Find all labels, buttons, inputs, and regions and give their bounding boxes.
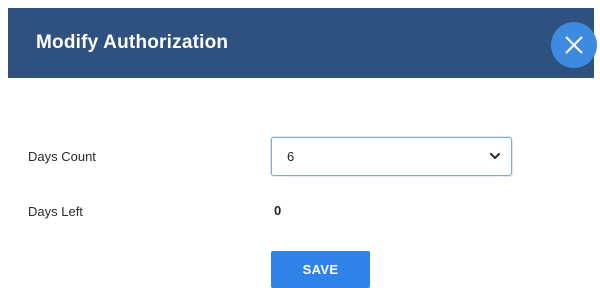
days-count-select[interactable]: 6 xyxy=(271,137,512,176)
dialog-title: Modify Authorization xyxy=(36,32,229,53)
save-button[interactable]: SAVE xyxy=(271,251,370,288)
dialog-header: Modify Authorization xyxy=(8,8,594,78)
chevron-down-icon xyxy=(489,152,501,160)
days-left-label: Days Left xyxy=(28,204,83,219)
days-left-value: 0 xyxy=(274,203,282,218)
days-count-value: 6 xyxy=(287,149,295,164)
modify-authorization-dialog: Modify Authorization Days Count 6 Days L… xyxy=(0,0,600,288)
close-button[interactable] xyxy=(551,22,597,68)
days-count-label: Days Count xyxy=(28,149,96,164)
close-icon xyxy=(565,36,583,54)
